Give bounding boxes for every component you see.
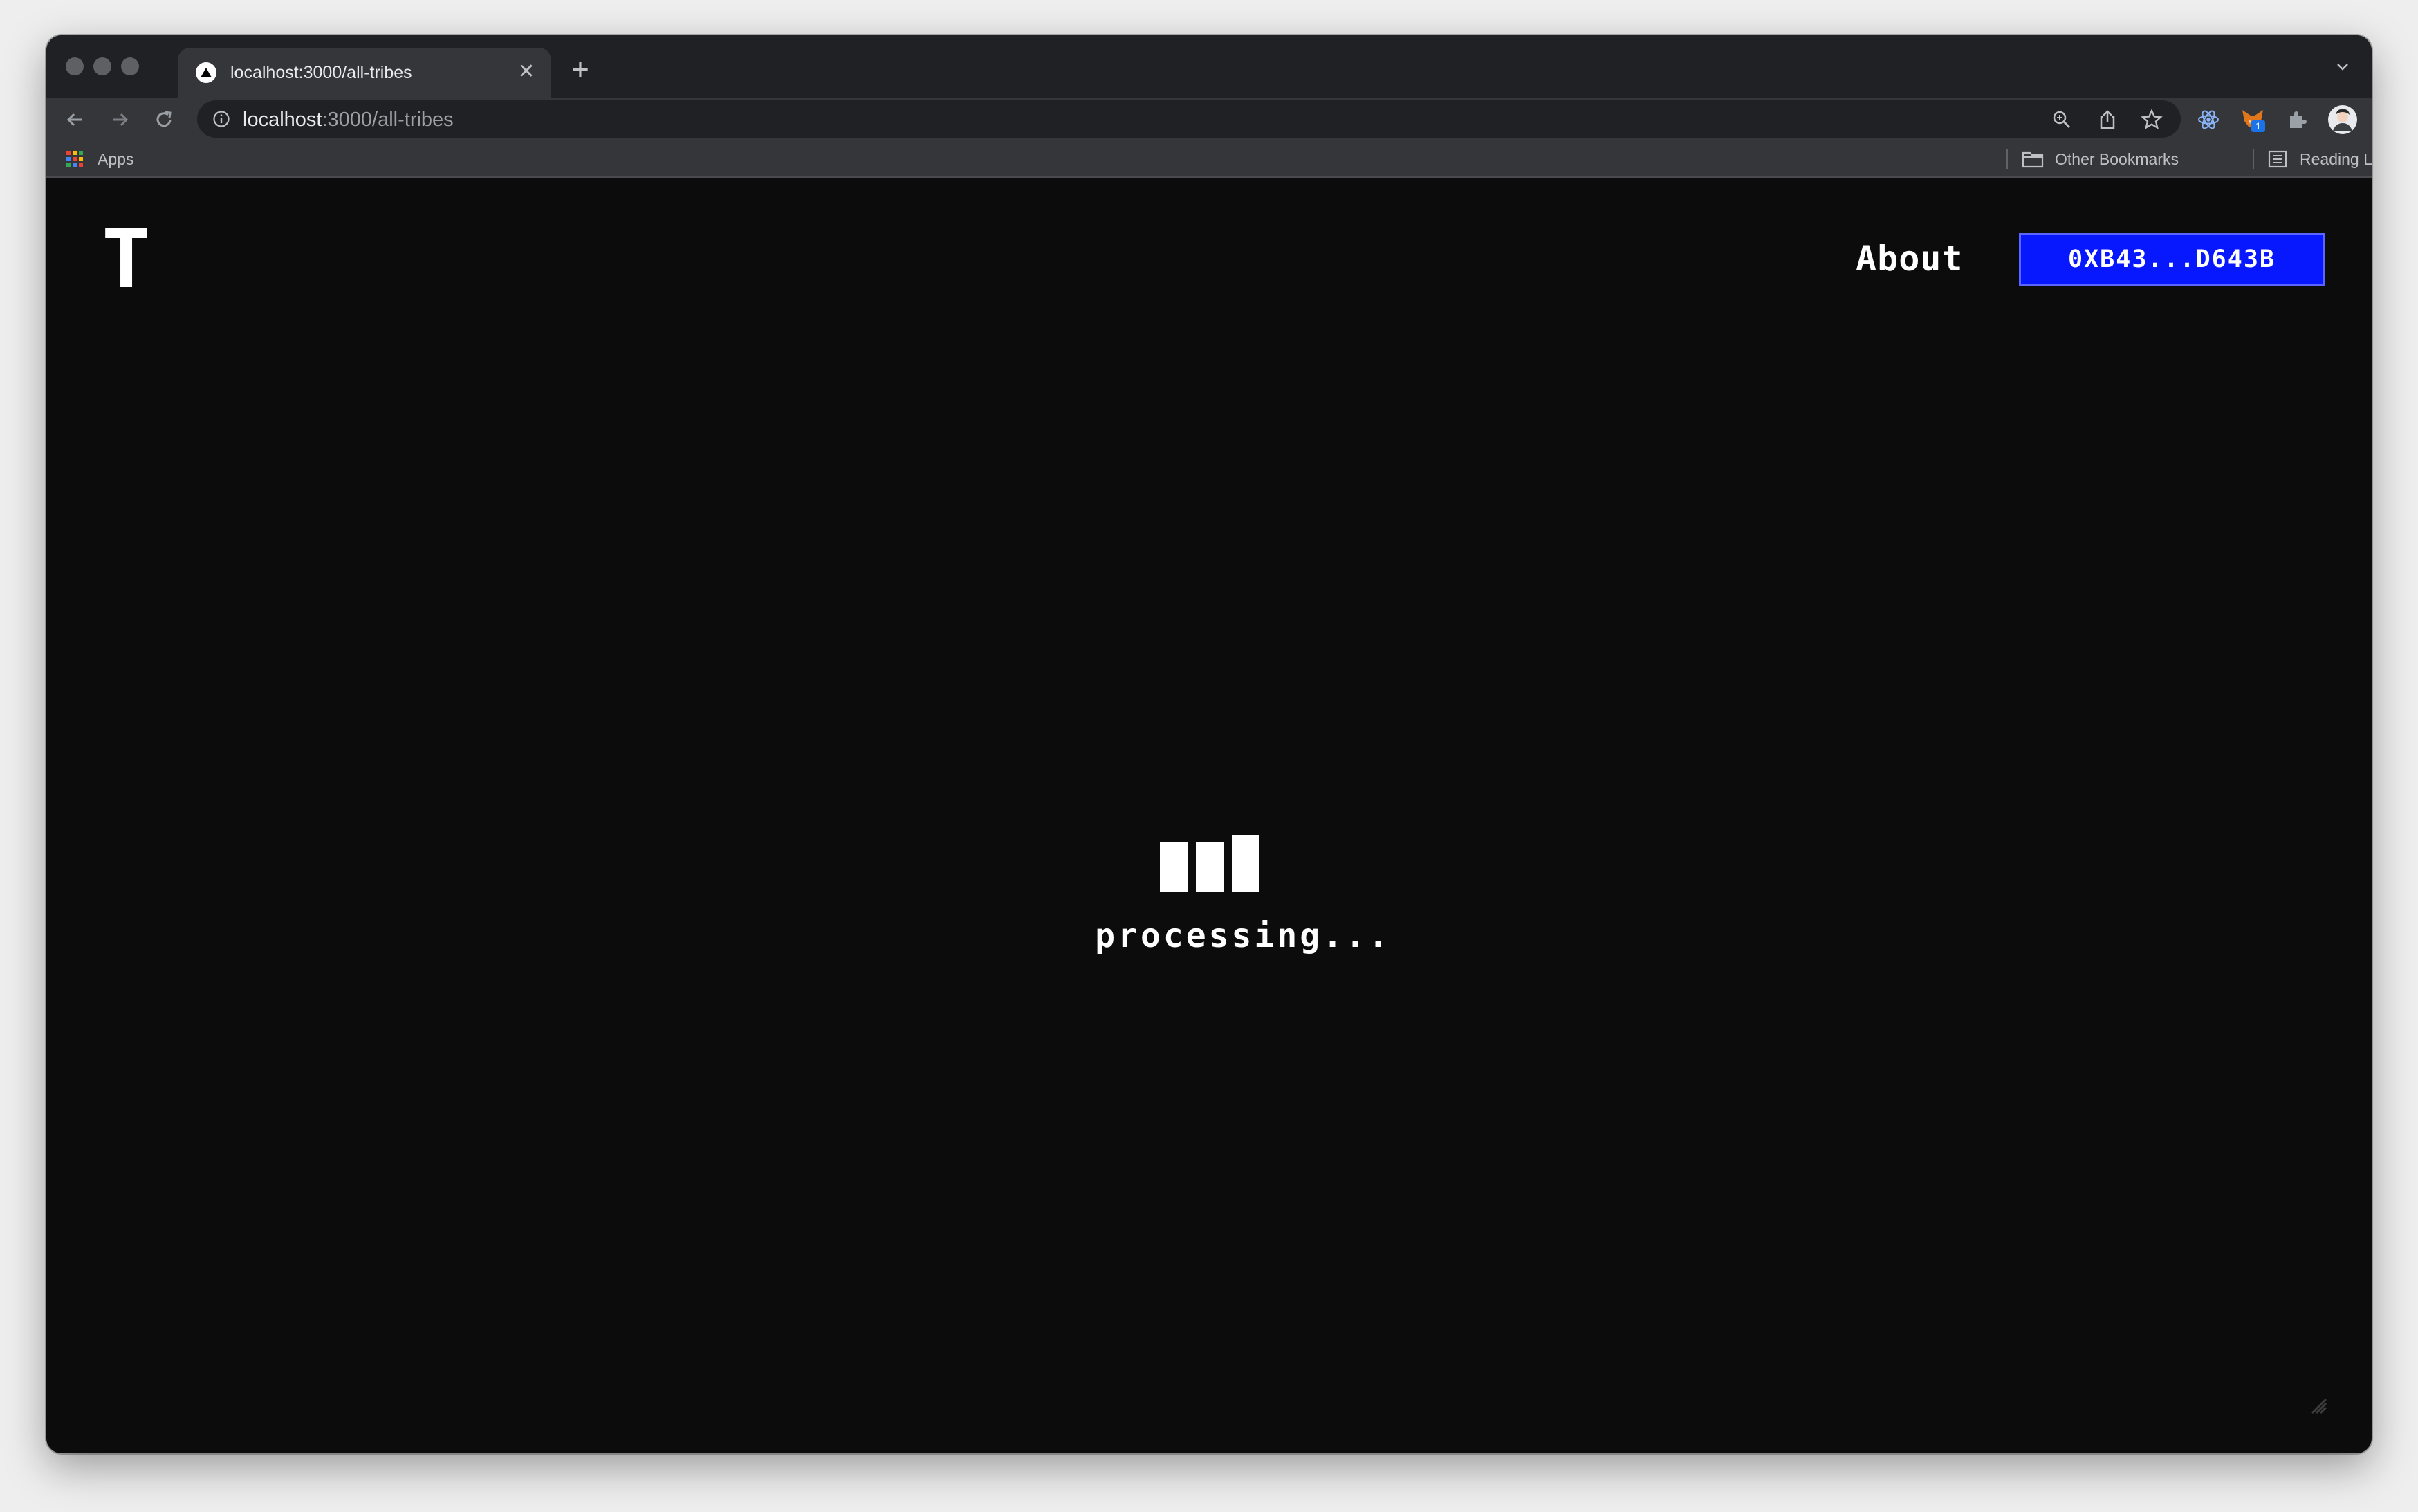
triangle-icon [196,62,216,83]
tab-title: localhost:3000/all-tribes [230,63,412,82]
reload-icon[interactable] [150,106,178,133]
bookmark-other-bookmarks[interactable]: Other Bookmarks [2022,149,2243,169]
bookmarks-bar: Apps Other Bookmarks Reading List [46,140,2372,178]
bookmark-reading-label: Reading List [2300,150,2372,168]
close-window-button[interactable] [66,57,84,75]
site-logo[interactable]: T [102,218,151,299]
zoom-icon[interactable] [2051,109,2073,131]
bookmark-apps-label: Apps [98,150,134,168]
zoom-window-button[interactable] [121,57,139,75]
minimize-window-button[interactable] [93,57,111,75]
forward-arrow-icon[interactable] [106,106,133,133]
bookmark-separator [2253,149,2254,169]
bookmark-separator [2006,149,2008,169]
loader-bar [1232,835,1259,892]
wallet-address-button[interactable]: 0XB43...D643B [2019,233,2325,286]
bookmark-reading-list[interactable]: Reading List [2268,149,2372,169]
tab-strip: localhost:3000/all-tribes ✕ + [46,35,2372,98]
reading-list-icon [2268,150,2287,168]
extension-badge: 1 [2255,120,2261,131]
browser-toolbar: localhost:3000/all-tribes 1 [46,98,2372,140]
info-icon[interactable] [212,110,230,128]
loader-bar [1160,842,1188,892]
metamask-fox-icon[interactable]: 1 [2240,107,2265,132]
chevron-down-icon[interactable] [2334,59,2351,75]
page-content: T About 0XB43...D643B processing... [46,178,2372,1453]
react-devtools-icon[interactable] [2196,107,2221,132]
browser-window: localhost:3000/all-tribes ✕ + localhost:… [46,35,2372,1453]
processing-status-text: processing... [1095,916,1391,955]
apps-grid-icon [66,151,83,167]
url-host: localhost [243,109,322,131]
dev-indicator-icon[interactable] [2307,1394,2332,1419]
new-tab-button[interactable]: + [566,55,594,85]
tab-all-tribes[interactable]: localhost:3000/all-tribes ✕ [178,48,551,98]
profile-avatar[interactable] [2327,104,2358,135]
loader-bar [1196,842,1224,892]
url-path: :3000/all-tribes [322,109,454,131]
bookmark-other-label: Other Bookmarks [2055,150,2179,168]
close-tab-icon[interactable]: ✕ [514,59,539,84]
folder-icon [2022,151,2044,168]
puzzle-extensions-icon[interactable] [2285,107,2309,132]
address-bar[interactable]: localhost:3000/all-tribes [197,100,2181,138]
loading-indicator [1160,835,1264,892]
bookmark-star-icon[interactable] [2141,109,2163,131]
back-arrow-icon[interactable] [62,106,89,133]
share-icon[interactable] [2096,109,2119,131]
url-text[interactable]: localhost:3000/all-tribes [243,109,454,131]
about-link[interactable]: About [1856,239,1964,279]
